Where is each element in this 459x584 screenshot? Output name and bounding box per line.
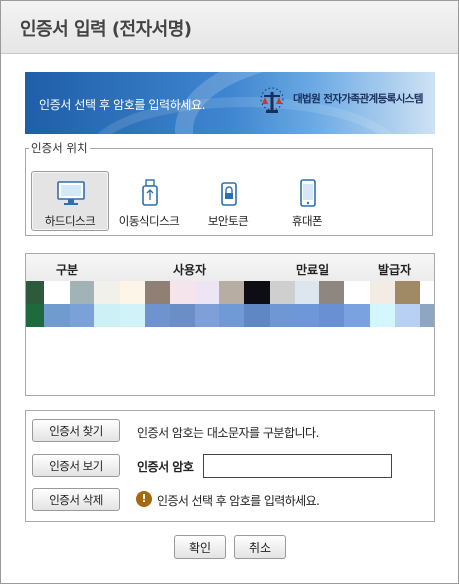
cert-list[interactable]: 구분 사용자 만료일 발급자 <box>25 253 435 396</box>
device-token-label: 보안토큰 <box>207 214 249 228</box>
cert-location-legend: 인증서 위치 <box>29 141 90 155</box>
col-issuer[interactable]: 발급자 <box>378 261 411 278</box>
cert-row-redacted[interactable] <box>26 281 434 327</box>
col-user[interactable]: 사용자 <box>173 261 206 278</box>
warning-icon: ! <box>136 491 152 507</box>
delete-cert-button[interactable]: 인증서 삭제 <box>32 488 120 511</box>
dialog-titlebar[interactable]: 인증서 입력 (전자서명) <box>1 1 458 54</box>
device-removable-label: 이동식디스크 <box>118 214 180 228</box>
password-input[interactable] <box>203 454 392 478</box>
col-type[interactable]: 구분 <box>56 261 78 278</box>
certificate-dialog: 인증서 입력 (전자서명) 인증서 선택 후 암호를 입력하세요. 대법원 전자… <box>0 0 459 584</box>
monitor-icon <box>57 181 85 205</box>
device-phone-button[interactable]: 휴대폰 <box>268 171 346 231</box>
ok-button[interactable]: 확인 <box>174 535 226 559</box>
banner-text: 인증서 선택 후 암호를 입력하세요. <box>39 98 206 112</box>
dialog-title: 인증서 입력 (전자서명) <box>20 19 192 40</box>
usb-icon <box>142 179 158 206</box>
warning-text: 인증서 선택 후 암호를 입력하세요. <box>157 494 320 508</box>
device-removable-button[interactable]: 이동식디스크 <box>110 171 188 231</box>
password-label: 인증서 암호 <box>137 460 194 474</box>
court-logo-icon <box>260 87 284 113</box>
phone-icon <box>300 179 316 207</box>
case-sensitive-notice: 인증서 암호는 대소문자를 구분합니다. <box>137 426 319 440</box>
device-phone-label: 휴대폰 <box>291 214 323 228</box>
dialog-body: 인증서 선택 후 암호를 입력하세요. 대법원 전자가족관계등록시스템 인증서 … <box>11 54 447 575</box>
banner-org-name: 대법원 전자가족관계등록시스템 <box>293 93 424 105</box>
device-harddisk-button[interactable]: 하드디스크 <box>31 171 109 231</box>
col-expiry[interactable]: 만료일 <box>296 261 329 278</box>
device-harddisk-label: 하드디스크 <box>44 214 96 228</box>
lock-token-icon <box>221 182 237 206</box>
banner: 인증서 선택 후 암호를 입력하세요. 대법원 전자가족관계등록시스템 <box>25 72 435 134</box>
device-token-button[interactable]: 보안토큰 <box>189 171 267 231</box>
find-cert-button[interactable]: 인증서 찾기 <box>32 419 120 442</box>
cert-list-header: 구분 사용자 만료일 발급자 <box>26 254 434 281</box>
cancel-button[interactable]: 취소 <box>234 535 286 559</box>
view-cert-button[interactable]: 인증서 보기 <box>32 454 120 477</box>
